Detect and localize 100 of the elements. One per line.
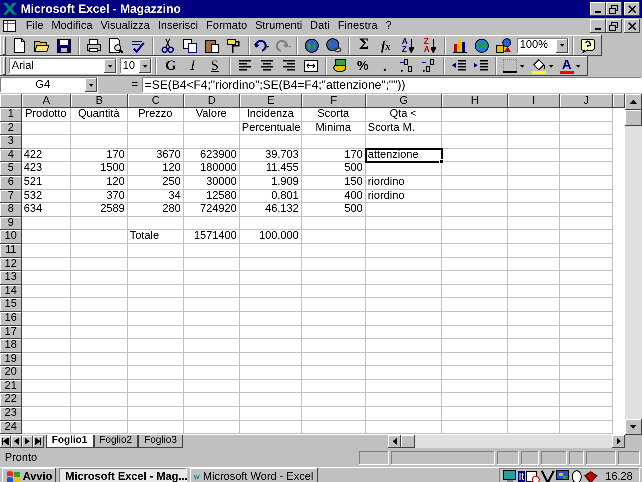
empty-cell[interactable] (71, 312, 128, 326)
row-header[interactable]: 4 (0, 148, 22, 162)
menu-item[interactable]: Dati (306, 18, 334, 34)
empty-cell[interactable] (240, 244, 302, 258)
table-cell[interactable]: 100,000 (240, 230, 302, 244)
last-sheet-button[interactable] (33, 436, 44, 448)
table-cell[interactable]: 1,909 (240, 176, 302, 190)
empty-cell[interactable] (442, 190, 508, 204)
column-header[interactable]: H (442, 94, 508, 108)
empty-cell[interactable] (184, 271, 240, 285)
table-cell[interactable]: 423 (22, 162, 71, 176)
table-cell[interactable]: 370 (71, 190, 128, 204)
sheet-tab[interactable]: Foglio1 (46, 435, 94, 448)
empty-cell[interactable] (184, 284, 240, 298)
empty-cell[interactable] (128, 216, 184, 230)
row-header[interactable]: 9 (0, 216, 22, 230)
table-cell[interactable]: 280 (128, 203, 184, 217)
empty-cell[interactable] (442, 339, 508, 353)
empty-cell[interactable] (366, 298, 442, 312)
empty-cell[interactable] (302, 258, 366, 272)
scroll-thumb[interactable] (401, 435, 415, 448)
table-cell[interactable]: 120 (128, 162, 184, 176)
empty-cell[interactable] (442, 176, 508, 190)
empty-cell[interactable] (442, 407, 508, 421)
empty-cell[interactable] (240, 366, 302, 380)
next-sheet-button[interactable] (22, 436, 33, 448)
empty-cell[interactable] (442, 298, 508, 312)
table-cell[interactable]: riordino (366, 176, 442, 190)
empty-cell[interactable] (442, 122, 508, 136)
column-header[interactable]: D (184, 94, 240, 108)
empty-cell[interactable] (240, 393, 302, 408)
name-box[interactable]: G4 (0, 77, 98, 93)
empty-cell[interactable] (240, 420, 302, 434)
menu-item[interactable]: File (22, 18, 48, 34)
empty-cell[interactable] (442, 135, 508, 149)
row-header[interactable]: 18 (0, 339, 22, 353)
empty-cell[interactable] (302, 366, 366, 380)
empty-cell[interactable] (366, 203, 442, 217)
start-button[interactable]: Avvio (2, 468, 56, 482)
row-header[interactable]: 13 (0, 271, 22, 285)
empty-cell[interactable] (71, 284, 128, 298)
percent-button[interactable]: % (352, 56, 374, 76)
empty-cell[interactable] (240, 339, 302, 353)
row-header[interactable]: 17 (0, 326, 22, 340)
empty-cell[interactable] (71, 366, 128, 380)
menu-item[interactable]: Formato (202, 18, 252, 34)
empty-cell[interactable] (508, 108, 560, 122)
empty-cell[interactable] (184, 135, 240, 149)
empty-cell[interactable] (508, 176, 560, 190)
empty-cell[interactable] (508, 284, 560, 298)
table-cell[interactable]: 11,455 (240, 162, 302, 176)
taskbar-button[interactable]: Microsoft Excel - Mag... (58, 468, 187, 482)
vertical-scrollbar[interactable] (625, 94, 642, 435)
empty-cell[interactable] (366, 326, 442, 340)
row-header[interactable]: 14 (0, 284, 22, 298)
empty-cell[interactable] (442, 244, 508, 258)
empty-cell[interactable] (442, 380, 508, 394)
menu-item[interactable]: Modifica (48, 18, 97, 34)
empty-cell[interactable] (71, 393, 128, 408)
empty-cell[interactable] (240, 352, 302, 366)
empty-cell[interactable] (240, 271, 302, 285)
table-cell[interactable]: Percentuale (240, 122, 302, 136)
empty-cell[interactable] (442, 216, 508, 230)
menu-item[interactable]: Visualizza (96, 18, 154, 34)
column-header[interactable]: E (240, 94, 302, 108)
table-cell[interactable]: Incidenza (240, 108, 302, 122)
column-header[interactable]: I (508, 94, 560, 108)
empty-cell[interactable] (71, 244, 128, 258)
empty-cell[interactable] (71, 339, 128, 353)
empty-cell[interactable] (302, 326, 366, 340)
empty-cell[interactable] (184, 244, 240, 258)
table-cell[interactable]: 532 (22, 190, 71, 204)
empty-cell[interactable] (560, 203, 613, 217)
empty-cell[interactable] (71, 420, 128, 434)
empty-cell[interactable] (71, 326, 128, 340)
empty-cell[interactable] (560, 216, 613, 230)
empty-cell[interactable] (442, 312, 508, 326)
table-cell[interactable]: 170 (302, 148, 366, 162)
table-cell[interactable]: 521 (22, 176, 71, 190)
empty-cell[interactable] (128, 135, 184, 149)
empty-cell[interactable] (240, 407, 302, 421)
sheet-tab[interactable]: Foglio3 (138, 435, 184, 448)
table-cell[interactable]: 250 (128, 176, 184, 190)
empty-cell[interactable] (366, 420, 442, 434)
empty-cell[interactable] (128, 258, 184, 272)
empty-cell[interactable] (508, 230, 560, 244)
empty-cell[interactable] (366, 258, 442, 272)
table-cell[interactable]: 46,132 (240, 203, 302, 217)
empty-cell[interactable] (442, 352, 508, 366)
table-cell[interactable]: 634 (22, 203, 71, 217)
table-cell[interactable]: Prezzo (128, 108, 184, 122)
table-cell[interactable]: 1500 (71, 162, 128, 176)
column-header[interactable]: C (128, 94, 184, 108)
table-cell[interactable]: Prodotto (22, 108, 71, 122)
restore-button[interactable] (606, 19, 622, 33)
table-cell[interactable]: Quantità (71, 108, 128, 122)
empty-cell[interactable] (302, 312, 366, 326)
empty-cell[interactable] (184, 216, 240, 230)
scroll-down-button[interactable] (625, 419, 642, 435)
empty-cell[interactable] (184, 407, 240, 421)
